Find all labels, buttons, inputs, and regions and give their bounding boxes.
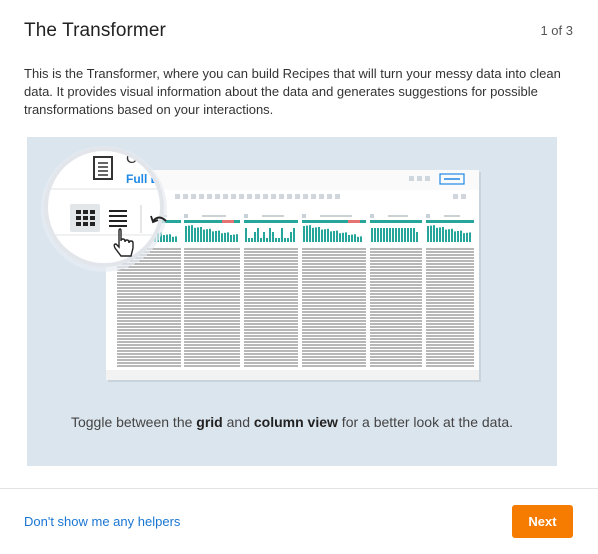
step-counter: 1 of 3 — [540, 23, 573, 38]
dismiss-helpers-link[interactable]: Don't show me any helpers — [24, 514, 180, 529]
caption-text: for a better look at the data. — [337, 414, 514, 430]
helper-dialog: The Transformer 1 of 3 This is the Trans… — [0, 0, 598, 554]
toolbar-item — [239, 194, 244, 199]
dialog-header: The Transformer 1 of 3 — [24, 20, 574, 44]
caption-text: and — [222, 414, 254, 430]
toolbar-item — [207, 194, 212, 199]
toolbar-item — [175, 194, 180, 199]
toolbar-item — [453, 194, 458, 199]
toolbar-item — [327, 194, 332, 199]
toolbar-item — [231, 194, 236, 199]
toolbar-item — [271, 194, 276, 199]
toolbar-item — [199, 194, 204, 199]
caption-text: Toggle between the — [70, 414, 197, 430]
transformer-illustration: Cu Full Da — [41, 146, 481, 382]
toolbar-item — [263, 194, 268, 199]
toolbar-item — [279, 194, 284, 199]
toolbar-item — [255, 194, 260, 199]
toolbar-item — [335, 194, 340, 199]
toolbar-item — [303, 194, 308, 199]
toolbar-item — [215, 194, 220, 199]
toolbar-item — [461, 194, 466, 199]
dialog-title: The Transformer — [24, 20, 166, 41]
toolbar-item — [191, 194, 196, 199]
illustration-caption: Toggle between the grid and column view … — [27, 414, 557, 430]
toolbar-item — [287, 194, 292, 199]
grid-view-icon — [76, 210, 95, 226]
toolbar-item — [247, 194, 252, 199]
toolbar-item — [295, 194, 300, 199]
toolbar-item — [223, 194, 228, 199]
toolbar-item — [183, 194, 188, 199]
caption-column-view: column view — [253, 414, 338, 430]
toolbar-item — [311, 194, 316, 199]
caption-grid: grid — [196, 414, 223, 430]
toolbar-item — [319, 194, 324, 199]
next-button[interactable]: Next — [512, 505, 573, 538]
illustration-panel: Cu Full Da — [27, 137, 557, 466]
footer-divider — [0, 488, 598, 489]
dialog-description: This is the Transformer, where you can b… — [24, 66, 561, 117]
